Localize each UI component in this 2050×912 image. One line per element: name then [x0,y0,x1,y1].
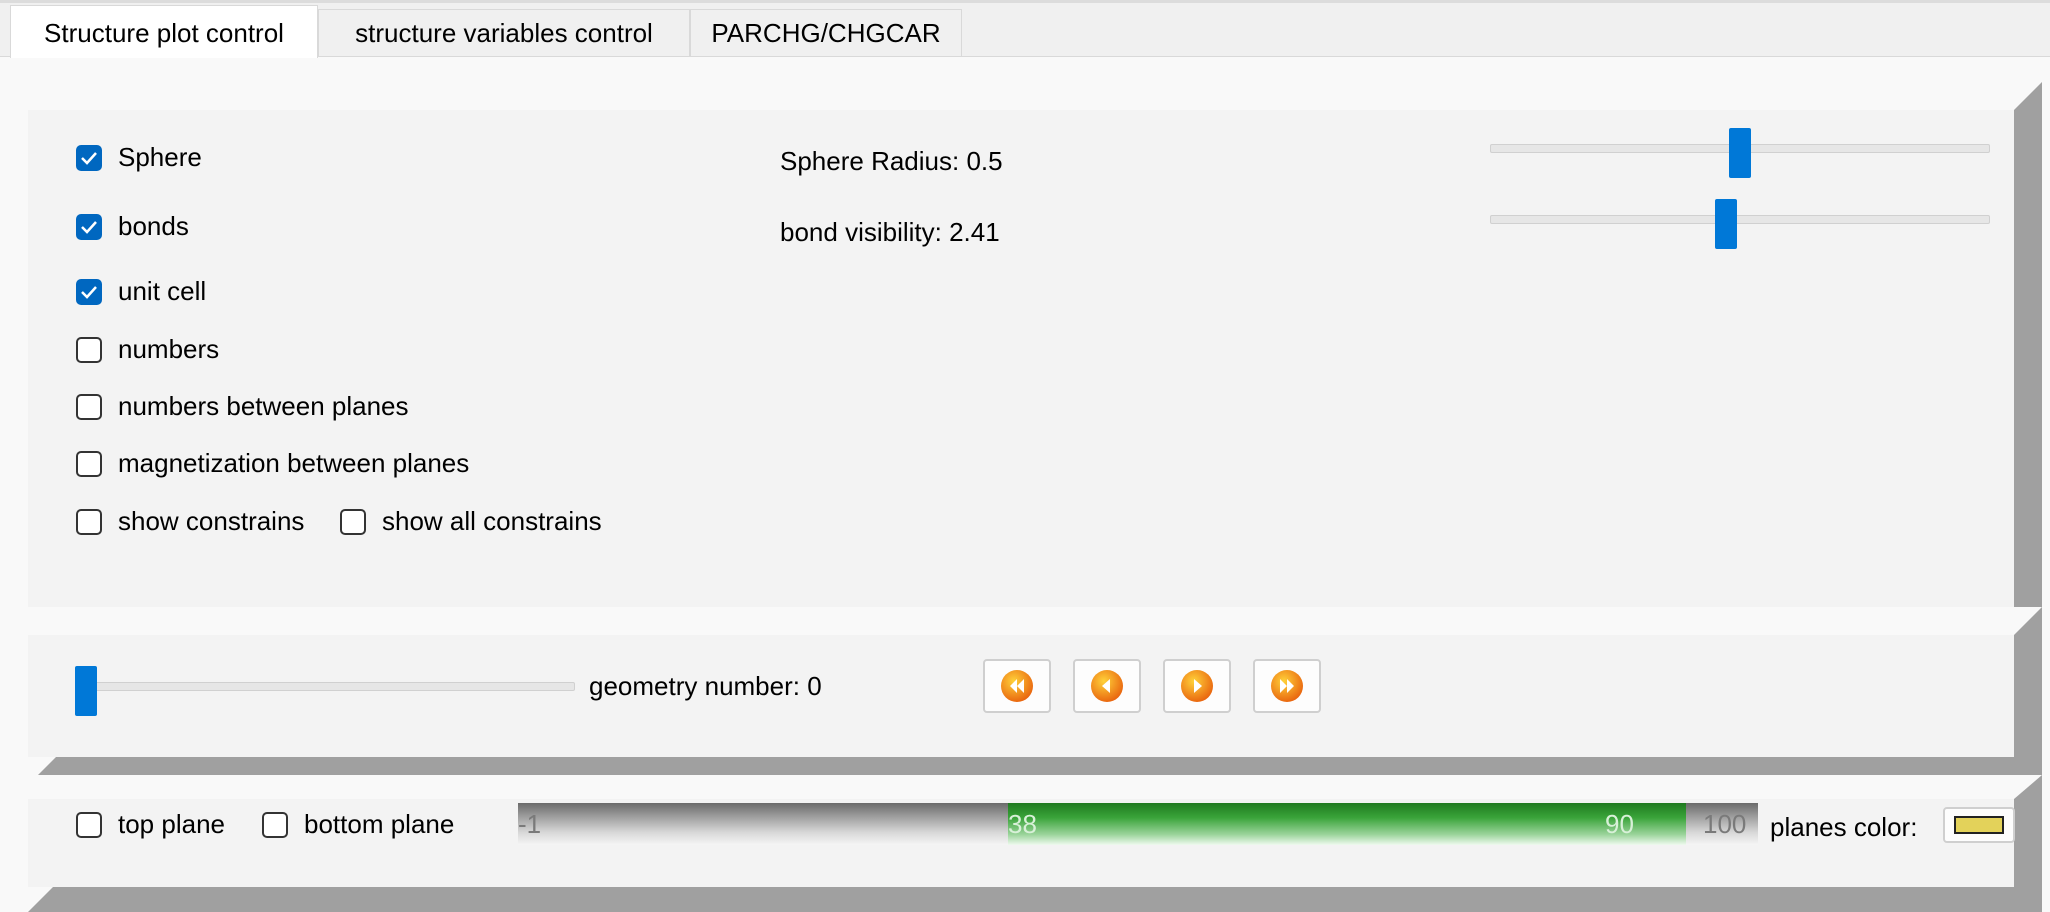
slider-thumb[interactable] [1729,128,1751,178]
top-plane-checkbox[interactable]: top plane [76,809,225,840]
numbers-checkbox[interactable]: numbers [76,334,219,365]
bond-visibility-slider[interactable] [1490,199,1990,249]
magnetization-between-planes-checkbox[interactable]: magnetization between planes [76,448,469,479]
bond-visibility-label: bond visibility: 2.41 [780,217,1000,247]
checkbox-box [340,508,366,535]
plane-range-slider[interactable]: -1 38 90 100 [518,803,1758,845]
previous-icon [1091,670,1123,702]
numbers-label: numbers [118,334,220,364]
color-swatch [1954,816,2004,834]
checkbox-box [76,811,102,838]
sphere-radius-label: Sphere Radius: 0.5 [780,146,1003,176]
slider-thumb[interactable] [1714,199,1737,249]
geometry-number-label: geometry number: 0 [589,671,822,701]
check-icon [76,278,102,305]
checkbox-box [76,336,102,363]
next-icon [1181,670,1213,702]
show-all-constrains-checkbox[interactable]: show all constrains [340,506,602,537]
last-geometry-button[interactable] [1253,659,1321,713]
show-constrains-checkbox[interactable]: show constrains [76,506,304,537]
tab-structure-plot-control[interactable]: Structure plot control [10,5,318,58]
checkbox-box [76,450,102,477]
numbers-between-planes-checkbox[interactable]: numbers between planes [76,391,409,422]
next-geometry-button[interactable] [1163,659,1231,713]
planes-color-label-visible: planes color: [1770,812,1918,842]
magnetization-between-planes-label: magnetization between planes [118,448,470,478]
show-constrains-label: show constrains [118,506,305,536]
checkbox-box [76,393,102,420]
tab-parchg-chgcar[interactable]: PARCHG/CHGCAR [690,9,962,56]
top-plane-label: top plane [118,809,225,839]
bonds-label: bonds [118,211,189,241]
check-icon [76,213,102,240]
show-all-constrains-label: show all constrains [382,506,602,536]
range-max-label: 100 [1703,809,1747,839]
display-options-face [28,110,2014,620]
planes-frame: top plane bottom plane -1 38 90 100 plan… [28,775,2042,912]
first-geometry-button[interactable] [983,659,1051,713]
bonds-checkbox[interactable]: bonds [76,211,189,242]
unit-cell-label: unit cell [118,276,207,306]
frame-shadow [28,887,2042,912]
sphere-radius-slider[interactable] [1490,128,1990,178]
tab-bar-top-line [0,0,2050,3]
last-icon [1271,670,1303,702]
checkbox-box [76,508,102,535]
slider-track [75,682,575,691]
checkbox-box [262,811,288,838]
tab-bar: Structure plot control structure variabl… [0,0,2050,58]
geometry-nav-buttons [983,659,1323,713]
sphere-label: Sphere [118,142,202,172]
numbers-between-planes-label: numbers between planes [118,391,409,421]
tab-content: Sphere bonds unit cell numbers numbers b… [0,57,2050,912]
display-options-frame: Sphere bonds unit cell numbers numbers b… [28,82,2042,648]
planes-color-button[interactable] [1943,807,2015,843]
range-low-label: 38 [1008,809,1037,839]
previous-geometry-button[interactable] [1073,659,1141,713]
bottom-plane-checkbox[interactable]: bottom plane [262,809,454,840]
slider-track [1490,215,1990,224]
first-icon [1001,670,1033,702]
unit-cell-checkbox[interactable]: unit cell [76,276,206,307]
geometry-slider[interactable] [75,666,575,716]
geometry-frame: geometry number: 0 [28,607,2042,785]
bottom-plane-label: bottom plane [304,809,455,839]
tab-structure-variables-control[interactable]: structure variables control [318,9,690,56]
range-min-label: -1 [518,809,542,839]
sphere-checkbox[interactable]: Sphere [76,142,202,173]
plane-range-selection[interactable] [1008,803,1686,845]
range-high-label: 90 [1605,809,1634,839]
slider-thumb[interactable] [75,666,97,716]
check-icon [76,144,102,171]
frame-shadow [2014,82,2042,648]
